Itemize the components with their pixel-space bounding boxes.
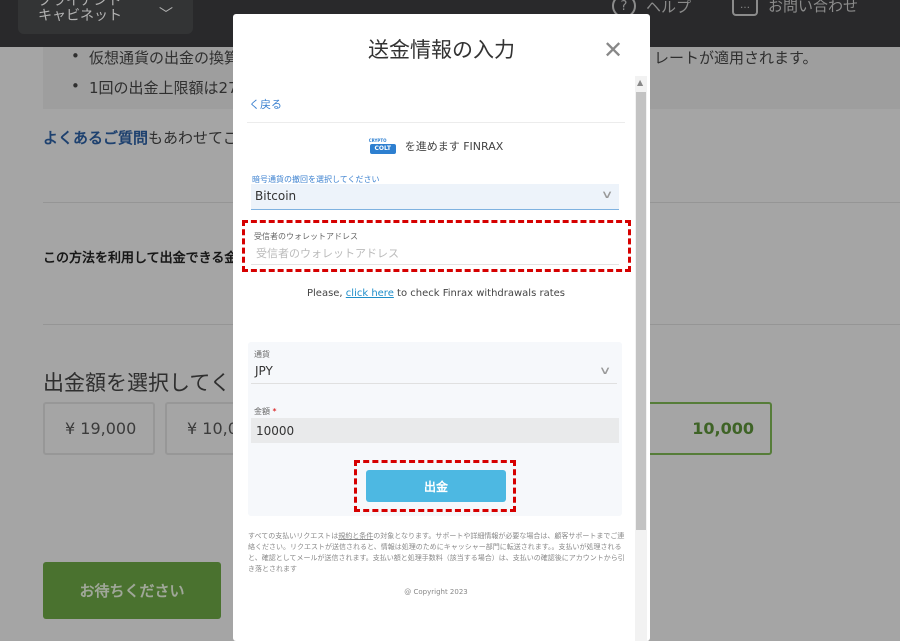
logo-top-text: CRYPTO	[368, 138, 387, 143]
amount-label: 金額 *	[254, 406, 277, 417]
divider	[247, 122, 625, 123]
close-icon[interactable]: ✕	[603, 38, 623, 62]
rates-suffix: to check Finrax withdrawals rates	[393, 288, 565, 299]
fiat-currency-label: 通貨	[254, 350, 270, 359]
provider-line: CRYPTO COLT を進めます FINRAX	[247, 138, 625, 154]
fiat-currency-select[interactable]: JPY ∨	[251, 360, 617, 384]
crypto-currency-select[interactable]: Bitcoin ∨	[251, 184, 619, 210]
crypto-currency-value: Bitcoin	[255, 189, 297, 203]
chevron-down-icon: ∨	[598, 364, 612, 377]
back-link[interactable]: く戻る	[249, 96, 282, 112]
fiat-currency-value: JPY	[255, 364, 273, 378]
scroll-up-icon[interactable]: ▲	[637, 78, 643, 87]
rates-line: Please, click here to check Finrax withd…	[247, 288, 625, 299]
wallet-address-input[interactable]	[251, 243, 619, 265]
chevron-down-icon: ∨	[600, 188, 614, 201]
scrollbar-thumb[interactable]	[636, 92, 646, 530]
wallet-address-label: 受信者のウォレットアドレス	[254, 232, 358, 241]
transfer-info-modal: 送金情報の入力 ✕ ▲ く戻る CRYPTO COLT を進めます FINRAX…	[233, 14, 650, 641]
scrollbar[interactable]: ▲	[635, 76, 647, 641]
amount-label-text: 金額	[254, 407, 270, 416]
logo-text: COLT	[369, 144, 396, 154]
required-mark: *	[272, 407, 277, 416]
disclaimer-text: すべての支払いリクエストは規約と条件の対象となります。サポートや詳細情報が必要な…	[248, 531, 626, 575]
amount-input[interactable]	[251, 418, 619, 443]
cryptocolt-logo: CRYPTO COLT	[369, 138, 397, 154]
rates-prefix: Please,	[306, 288, 346, 299]
withdraw-button[interactable]: 出金	[366, 470, 506, 502]
rates-link[interactable]: click here	[346, 288, 394, 299]
modal-title: 送金情報の入力	[368, 38, 515, 62]
disclaimer-part-a: すべての支払いリクエストは	[248, 532, 339, 540]
copyright: @ Copyright 2023	[404, 588, 468, 596]
provider-text: を進めます FINRAX	[404, 140, 504, 153]
terms-link[interactable]: 規約と条件	[338, 532, 373, 540]
